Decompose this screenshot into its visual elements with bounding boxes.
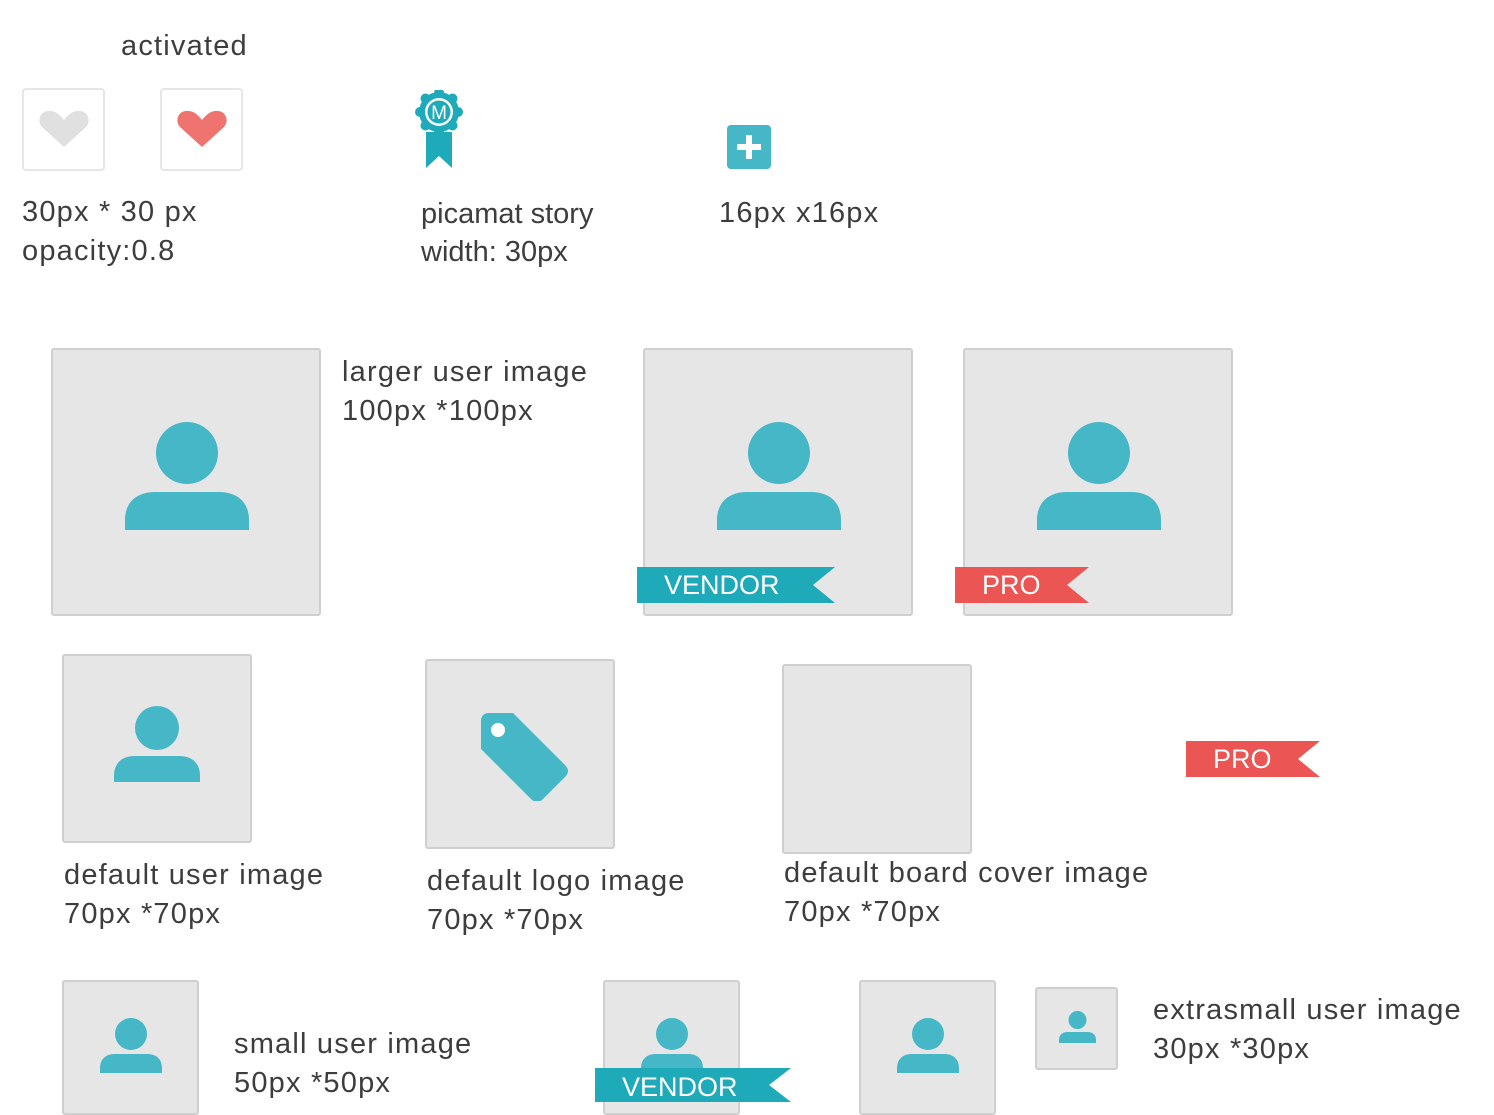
user-icon [717, 422, 841, 530]
default-logo-caption: default logo image 70px *70px [427, 862, 686, 940]
small-user-image [62, 980, 199, 1115]
heart-icon [39, 110, 89, 147]
like-caption-opacity: opacity:0.8 [22, 235, 176, 267]
story-caption-width: width: 30px [421, 236, 568, 268]
extrasmall-user-caption-size: 30px *30px [1153, 1033, 1311, 1065]
large-user-caption-size: 100px *100px [342, 395, 534, 427]
large-user-caption-title: larger user image [342, 356, 589, 388]
user-icon [100, 1018, 162, 1073]
default-board-caption: default board cover image 70px *70px [784, 854, 1149, 932]
default-logo-caption-size: 70px *70px [427, 904, 585, 936]
user-icon [641, 1018, 703, 1073]
add-button[interactable] [727, 125, 771, 169]
user-icon [897, 1018, 959, 1073]
like-caption: 30px * 30 px opacity:0.8 [22, 193, 198, 271]
tag-icon [481, 713, 568, 801]
vendor-badge-label: VENDOR [664, 570, 780, 600]
large-user-caption: larger user image 100px *100px [342, 353, 588, 431]
small-user-caption: small user image 50px *50px [234, 1025, 472, 1103]
like-button-inactive[interactable] [22, 88, 105, 171]
extrasmall-user-caption-title: extrasmall user image [1153, 994, 1462, 1026]
add-caption: 16px x16px [719, 197, 880, 229]
extrasmall-user-caption: extrasmall user image 30px *30px [1153, 991, 1462, 1069]
default-user-caption-size: 70px *70px [64, 898, 222, 930]
user-icon [1059, 1011, 1096, 1043]
user-icon [114, 706, 200, 782]
vendor-badge-label: VENDOR [622, 1072, 738, 1102]
default-logo-caption-title: default logo image [427, 865, 686, 897]
vendor-badge-small: VENDOR [595, 1068, 791, 1102]
pro-badge: PRO [955, 567, 1089, 603]
pro-badge-standalone: PRO [1186, 741, 1320, 777]
default-user-image [62, 654, 252, 843]
extrasmall-user-image [1035, 987, 1118, 1070]
activated-label: activated [121, 30, 248, 62]
pro-badge-label: PRO [982, 570, 1041, 600]
large-user-image [51, 348, 321, 616]
default-user-caption-title: default user image [64, 859, 325, 891]
user-icon [125, 422, 249, 530]
story-badge-letter: M [431, 103, 447, 124]
default-user-caption: default user image 70px *70px [64, 856, 324, 934]
story-caption: picamat story width: 30px [421, 195, 593, 271]
story-caption-title: picamat story [421, 198, 594, 230]
user-icon [1037, 422, 1161, 530]
default-board-caption-size: 70px *70px [784, 896, 942, 928]
default-logo-image [425, 659, 615, 849]
small-user-image-2 [859, 980, 996, 1115]
story-badge-icon: M [415, 90, 463, 168]
default-board-caption-title: default board cover image [784, 857, 1150, 889]
like-button-active[interactable] [160, 88, 243, 171]
vendor-badge: VENDOR [637, 567, 835, 603]
small-user-caption-title: small user image [234, 1028, 473, 1060]
pro-badge-label: PRO [1213, 744, 1272, 774]
like-caption-size: 30px * 30 px [22, 196, 198, 228]
default-board-cover-image [782, 664, 972, 854]
small-user-caption-size: 50px *50px [234, 1067, 392, 1099]
heart-icon [177, 110, 227, 147]
